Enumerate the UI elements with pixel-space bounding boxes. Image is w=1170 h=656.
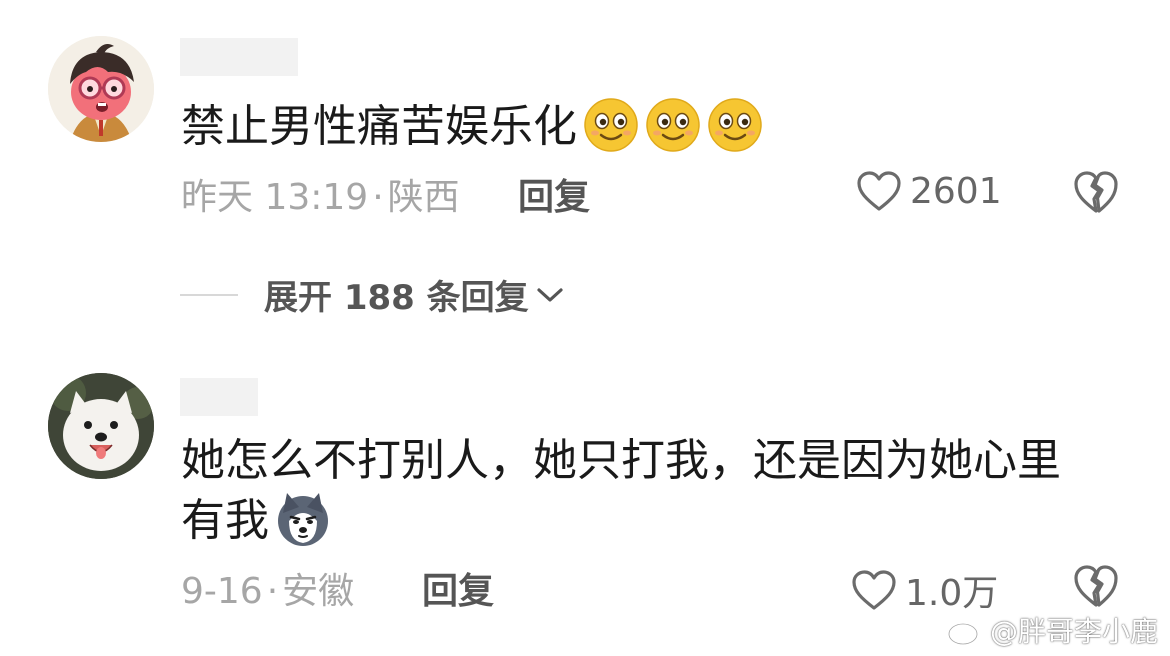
meta-separator: · bbox=[266, 571, 279, 612]
weibo-icon bbox=[947, 616, 984, 646]
meta-separator: · bbox=[372, 177, 384, 218]
username-redacted bbox=[180, 378, 258, 416]
cartoon-avatar-icon bbox=[48, 36, 154, 142]
comment-body-continued: 有我 bbox=[181, 495, 269, 546]
like-count: 1.0万 bbox=[905, 573, 999, 614]
chevron-down-icon bbox=[537, 287, 563, 302]
smile-emoji-icon bbox=[645, 97, 701, 153]
broken-heart-icon[interactable] bbox=[1072, 562, 1120, 610]
smile-emoji-icon bbox=[707, 97, 763, 153]
like-button[interactable]: 1.0万 bbox=[851, 564, 998, 616]
like-button[interactable]: 2601 bbox=[856, 170, 1002, 212]
expand-replies-button[interactable]: 展开 188 条回复 bbox=[180, 270, 565, 319]
husky-emoji-icon bbox=[275, 491, 331, 547]
heart-icon bbox=[852, 570, 896, 610]
expand-replies-label: 展开 188 条回复 bbox=[264, 278, 529, 318]
smile-emoji-icon bbox=[583, 97, 639, 153]
reply-button[interactable]: 回复 bbox=[422, 562, 494, 614]
comment-meta: 昨天 13:19 · 陕西 bbox=[181, 168, 460, 220]
comment-time: 昨天 13:19 bbox=[181, 177, 369, 218]
divider-line bbox=[180, 293, 238, 296]
broken-heart-icon[interactable] bbox=[1072, 168, 1120, 216]
comment-location: 陕西 bbox=[387, 177, 460, 218]
username-redacted bbox=[180, 38, 298, 76]
avatar[interactable] bbox=[48, 373, 154, 479]
like-count: 2601 bbox=[910, 170, 1002, 212]
comment-text: 禁止男性痛苦娱乐化 bbox=[181, 92, 763, 162]
reply-button[interactable]: 回复 bbox=[518, 168, 590, 220]
heart-icon bbox=[857, 171, 901, 211]
comment-body: 她怎么不打别人，她只打我，还是因为她心里 bbox=[181, 435, 1061, 486]
comment-time: 9-16 bbox=[181, 571, 263, 612]
watermark: @胖哥李小鹿 bbox=[946, 610, 1158, 650]
avatar[interactable] bbox=[48, 36, 154, 142]
watermark-text: @胖哥李小鹿 bbox=[989, 615, 1158, 648]
comment-meta: 9-16 · 安徽 bbox=[181, 562, 354, 614]
dog-photo-avatar-icon bbox=[48, 373, 154, 479]
comment-text-line-2: 有我 bbox=[181, 486, 331, 556]
comment-body: 禁止男性痛苦娱乐化 bbox=[181, 101, 577, 152]
comment-location: 安徽 bbox=[282, 571, 355, 612]
